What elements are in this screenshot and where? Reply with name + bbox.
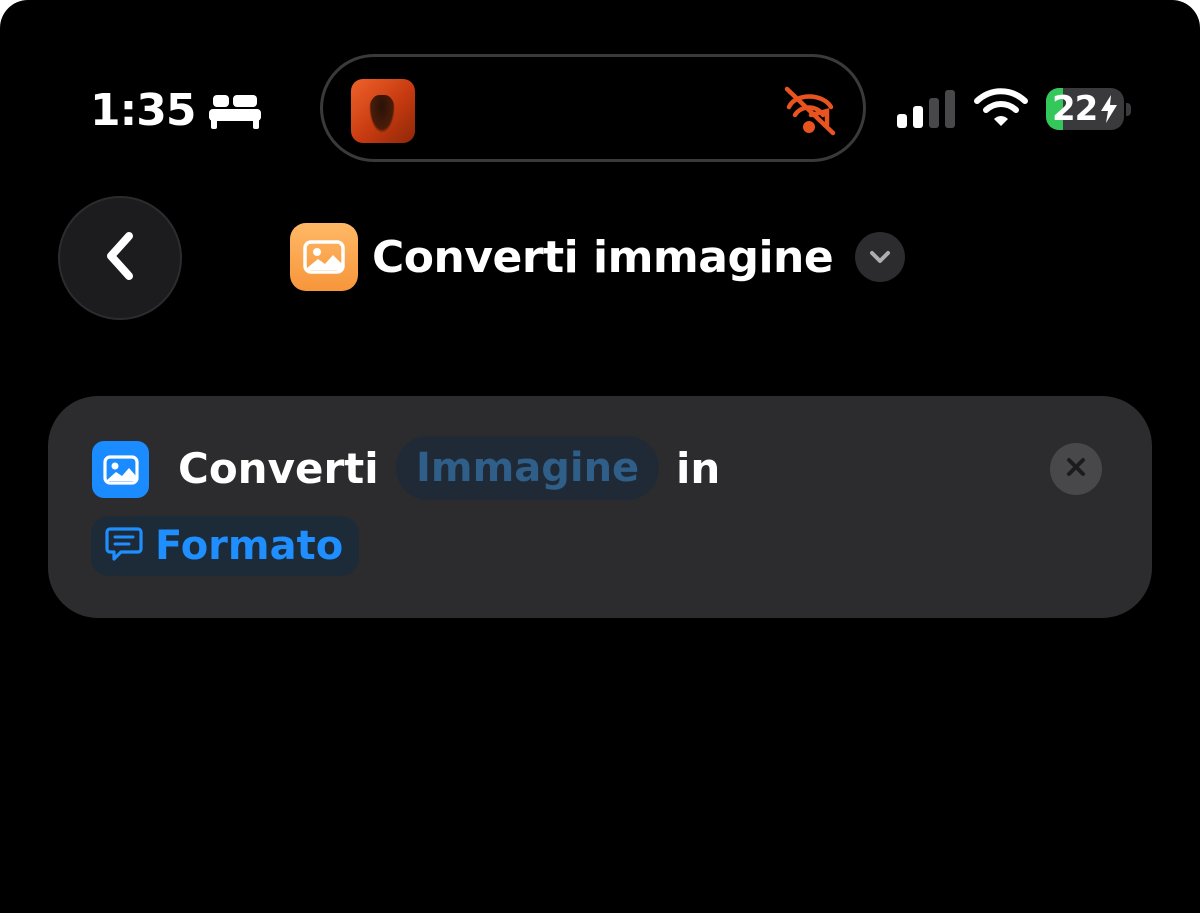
status-time: 1:35 <box>90 84 262 138</box>
battery-indicator: 22 <box>1046 88 1124 130</box>
photo-icon <box>290 223 358 291</box>
format-parameter-token[interactable]: Formato <box>91 516 360 576</box>
bed-icon <box>209 91 262 131</box>
battery-cap <box>1126 103 1131 116</box>
remove-action-button[interactable] <box>1050 443 1102 495</box>
screen: 1:35 22 Converti immagine Converti Immag… <box>0 0 1200 913</box>
dynamic-island[interactable] <box>320 54 866 162</box>
clock: 1:35 <box>90 85 196 136</box>
action-card[interactable]: Converti Immagine in Formato <box>48 396 1152 618</box>
chevron-down-icon[interactable] <box>855 232 906 282</box>
photo-icon <box>92 441 149 498</box>
action-verb: Converti <box>178 444 379 493</box>
format-token-label: Formato <box>155 523 344 569</box>
wifi-icon <box>974 88 1028 132</box>
back-button[interactable] <box>58 196 182 320</box>
action-preposition: in <box>676 444 721 493</box>
speaker-muted-icon <box>783 85 837 141</box>
charging-bolt-icon <box>1099 95 1119 127</box>
album-art[interactable] <box>351 79 415 143</box>
page-title: Converti immagine <box>372 231 834 283</box>
chevron-left-icon <box>103 231 137 285</box>
close-icon <box>1065 456 1087 482</box>
cellular-signal-icon <box>897 90 957 132</box>
album-art-figure <box>369 95 395 133</box>
shortcut-title-menu[interactable]: Converti immagine <box>290 222 906 292</box>
speech-bubble-icon <box>105 525 143 567</box>
battery-percent: 22 <box>1052 89 1098 129</box>
input-image-token[interactable]: Immagine <box>396 436 660 500</box>
